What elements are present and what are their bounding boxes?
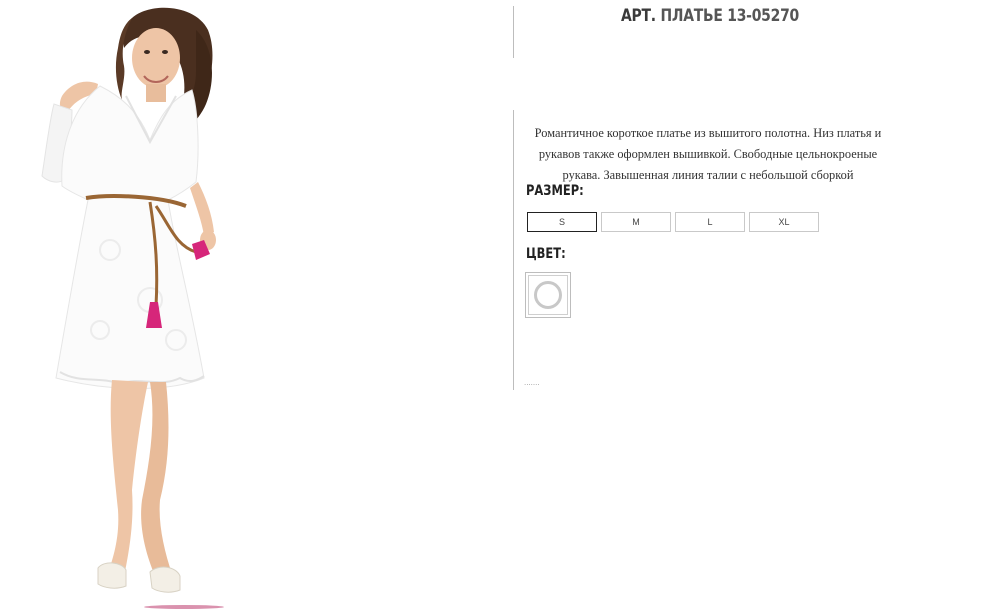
- product-description: Романтичное короткое платье из вышитого …: [534, 126, 882, 182]
- size-selector: S M L XL: [527, 212, 819, 232]
- white-color-icon: [534, 281, 562, 309]
- size-option-s[interactable]: S: [527, 212, 597, 232]
- size-option-xl[interactable]: XL: [749, 212, 819, 232]
- title-divider: [513, 6, 514, 58]
- size-option-l[interactable]: L: [675, 212, 745, 232]
- size-option-m[interactable]: M: [601, 212, 671, 232]
- details-divider: [513, 110, 514, 390]
- color-swatch-white[interactable]: [525, 272, 571, 318]
- ellipsis-link[interactable]: .......: [524, 378, 540, 387]
- article-prefix: АРТ.: [621, 6, 656, 26]
- size-label: РАЗМЕР:: [526, 183, 584, 199]
- article-name: ПЛАТЬЕ 13-05270: [660, 6, 799, 26]
- page-title: АРТ. ПЛАТЬЕ 13-05270: [612, 6, 809, 26]
- product-photo[interactable]: [0, 0, 300, 612]
- model-illustration: [41, 7, 224, 609]
- color-label: ЦВЕТ:: [526, 246, 566, 262]
- swatch-frame: [528, 275, 568, 315]
